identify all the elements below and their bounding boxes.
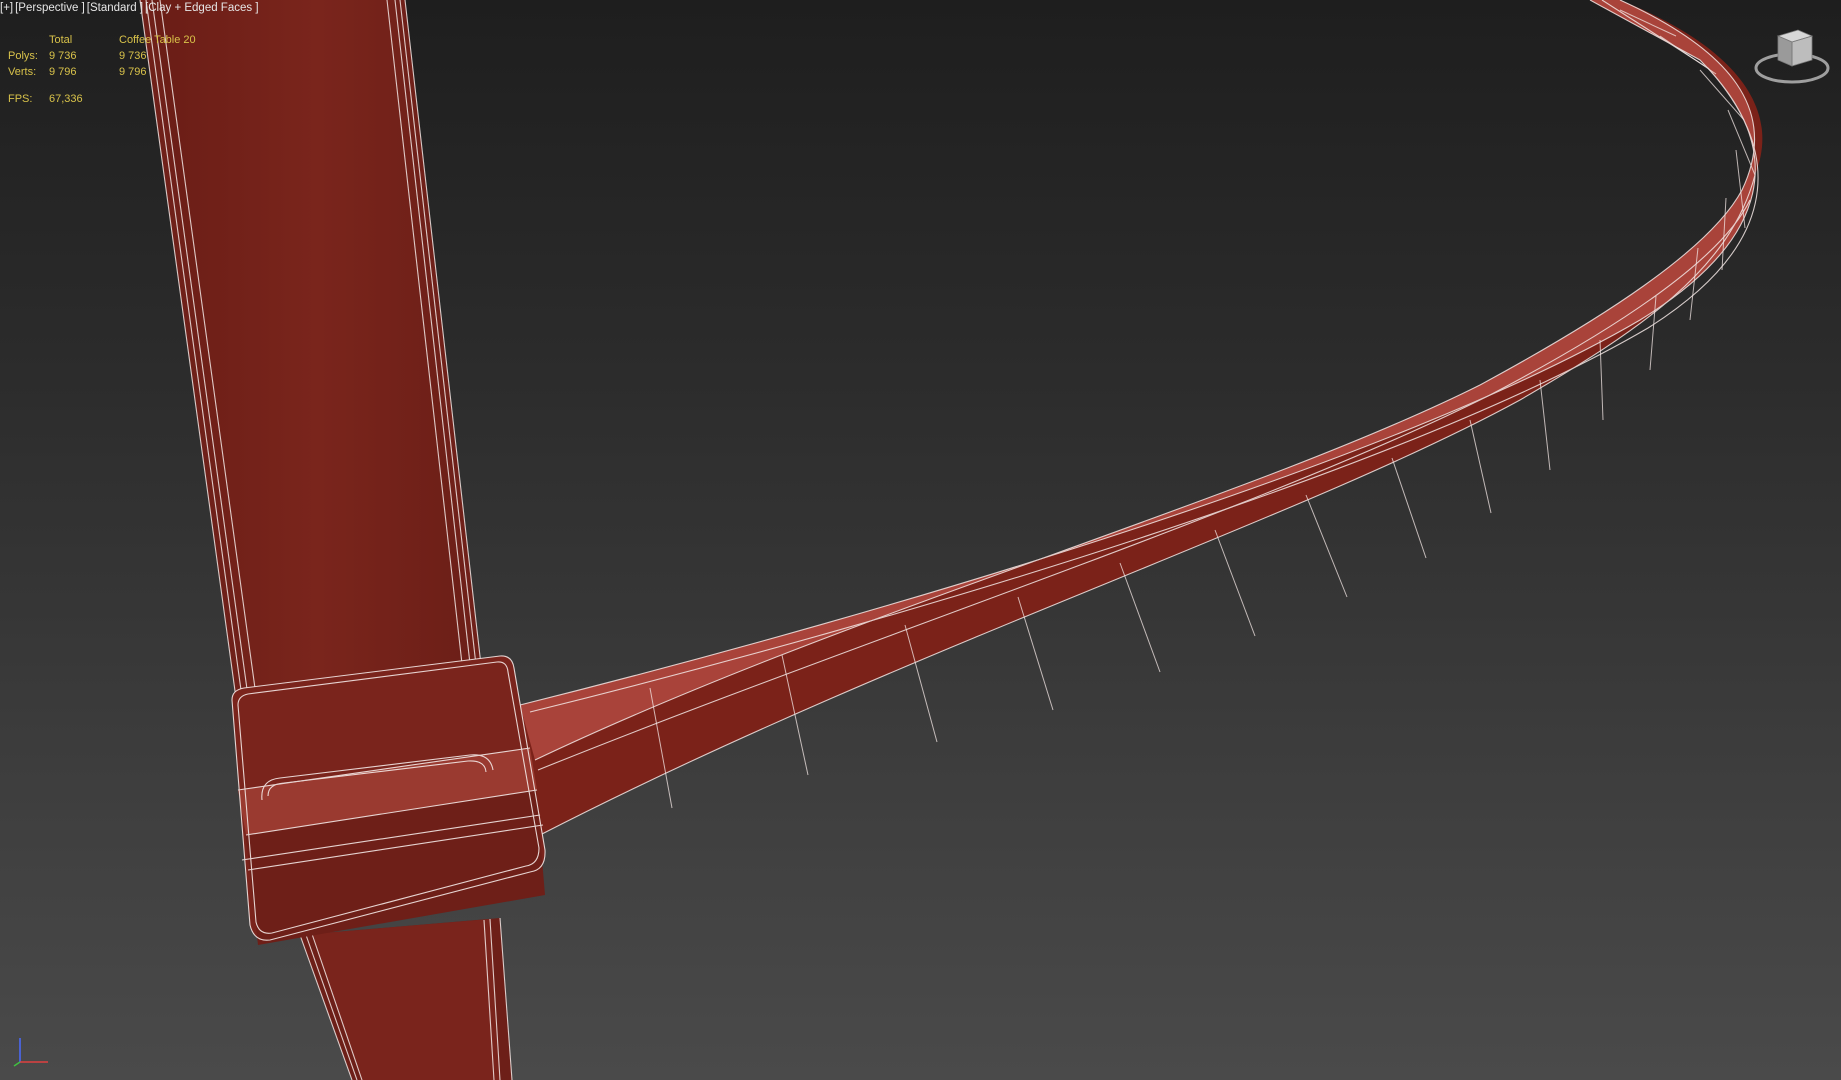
stats-header-total: Total [49, 34, 73, 46]
table-leg-lower [299, 917, 513, 1080]
stats-selection: 9 796 [119, 66, 147, 78]
viewport-menu-plus[interactable]: [+] [0, 0, 13, 16]
stats-header-row: Total Coffee Table 20 [8, 32, 239, 48]
fps-label: FPS: [8, 93, 33, 105]
stats-total: 9 796 [49, 66, 77, 78]
stats-total: 9 736 [49, 50, 77, 62]
stats-row-fps: FPS: 67,336 [8, 91, 239, 107]
viewport-display-mode-label[interactable]: [Clay + Edged Faces ] [145, 0, 258, 16]
viewport-pov-label[interactable]: [Perspective ] [15, 0, 85, 16]
viewport-shading-quality-label[interactable]: [Standard ] [87, 0, 143, 16]
fps-value: 67,336 [49, 93, 83, 105]
table-ring-rail [519, 0, 1763, 836]
viewcube-icon[interactable] [1752, 22, 1832, 92]
stats-header-blank [8, 32, 49, 48]
scene-render[interactable] [0, 0, 1841, 1080]
stats-row-verts: Verts: 9 796 9 796 [8, 64, 239, 80]
stats-label: Polys: [8, 50, 38, 62]
stats-label: Verts: [8, 66, 37, 78]
stats-selection: 9 736 [119, 50, 147, 62]
axis-tripod-icon [10, 1030, 54, 1070]
stats-row-polys: Polys: 9 736 9 736 [8, 48, 239, 64]
statistics-overlay: Total Coffee Table 20 Polys: 9 736 9 736… [8, 32, 239, 107]
stats-header-selection: Coffee Table 20 [119, 34, 196, 46]
perspective-viewport[interactable]: [+] [Perspective ] [Standard ] [Clay + E… [0, 0, 1841, 1080]
rail-joint-block [231, 655, 546, 945]
viewport-label: [+] [Perspective ] [Standard ] [Clay + E… [0, 0, 259, 16]
